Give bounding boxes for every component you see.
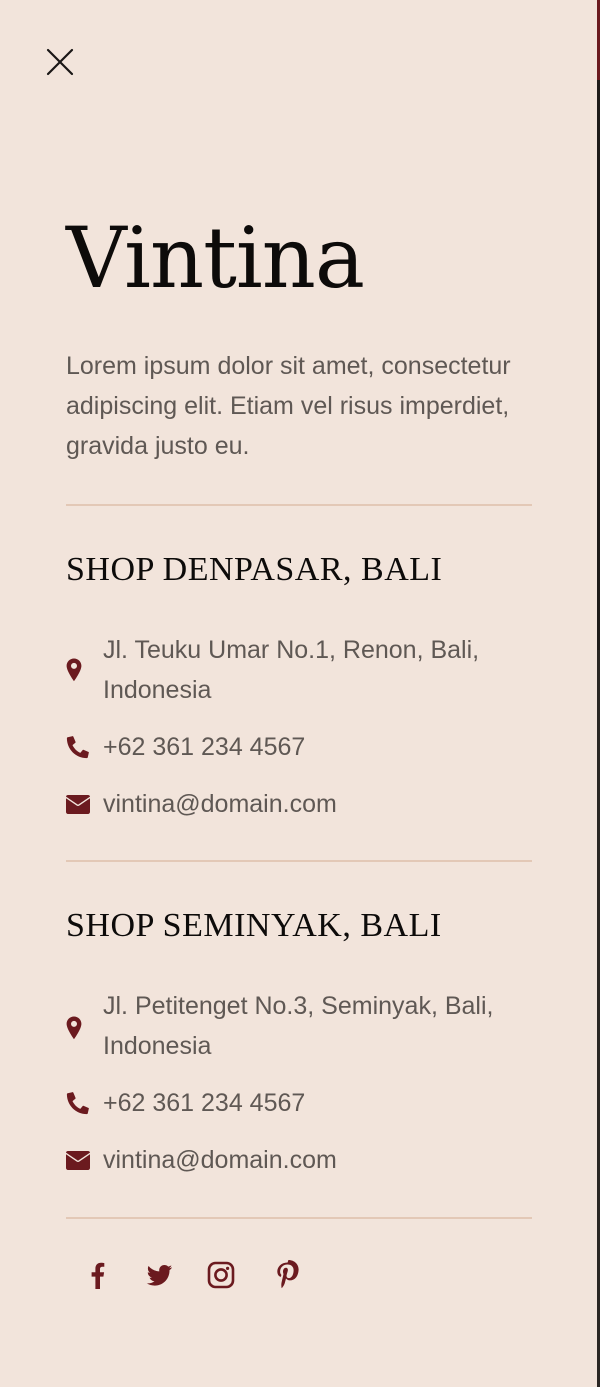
pinterest-icon xyxy=(277,1260,299,1289)
divider xyxy=(66,1217,532,1219)
shop-title: SHOP DENPASAR, BALI xyxy=(66,551,443,588)
shop-address-text: Jl. Petitenget No.3, Seminyak, Bali, Ind… xyxy=(103,992,494,1060)
envelope-icon xyxy=(66,1150,90,1174)
divider xyxy=(66,860,532,862)
shop-email-text[interactable]: vintina@domain.com xyxy=(103,1140,533,1180)
phone-icon xyxy=(66,1091,90,1115)
twitter-link[interactable] xyxy=(142,1258,176,1292)
brand-description: Lorem ipsum dolor sit amet, consectetur … xyxy=(66,352,511,460)
shop-email-text[interactable]: vintina@domain.com xyxy=(103,784,533,824)
instagram-icon xyxy=(207,1261,235,1289)
shop-phone-text[interactable]: +62 361 234 4567 xyxy=(103,727,533,767)
facebook-icon xyxy=(91,1262,105,1289)
phone-icon xyxy=(66,735,90,759)
pinterest-link[interactable] xyxy=(270,1258,304,1292)
shop-address-text: Jl. Teuku Umar No.1, Renon, Bali, Indone… xyxy=(103,636,480,704)
shop-title: SHOP SEMINYAK, BALI xyxy=(66,907,442,944)
map-marker-icon xyxy=(66,1016,90,1040)
map-marker-icon xyxy=(66,658,90,682)
instagram-link[interactable] xyxy=(204,1258,238,1292)
envelope-icon xyxy=(66,794,90,818)
divider xyxy=(66,504,532,506)
close-icon xyxy=(46,48,74,76)
shop-phone-text[interactable]: +62 361 234 4567 xyxy=(103,1083,533,1123)
facebook-link[interactable] xyxy=(82,1258,116,1292)
social-links xyxy=(82,1258,322,1294)
close-button[interactable] xyxy=(44,46,76,78)
twitter-icon xyxy=(146,1265,172,1286)
brand-logo[interactable]: Vintina xyxy=(66,208,365,308)
